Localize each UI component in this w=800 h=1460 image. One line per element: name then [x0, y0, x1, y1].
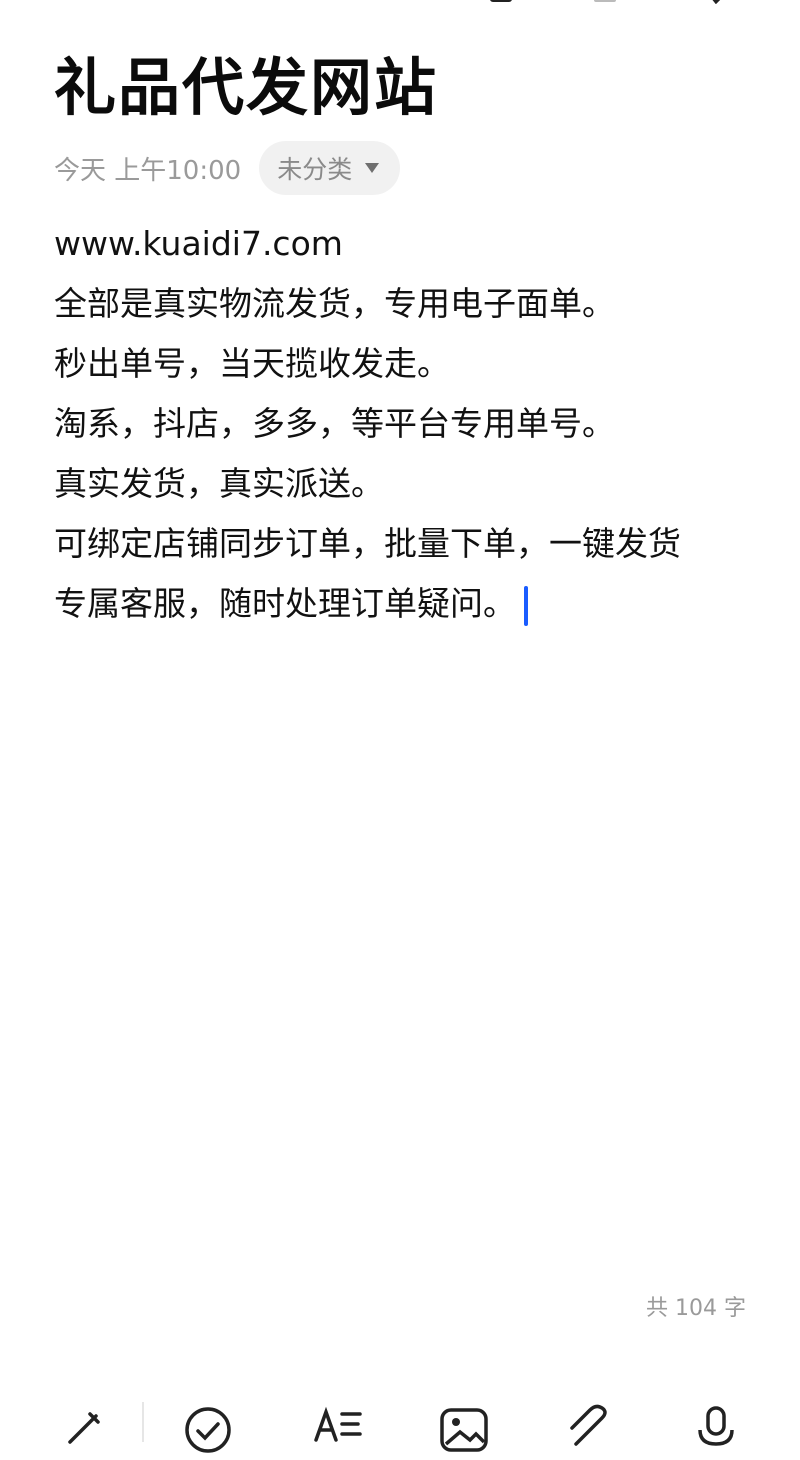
- note-timestamp: 今天 上午10:00: [54, 155, 242, 186]
- attachment-icon[interactable]: [562, 1400, 618, 1446]
- more-icon[interactable]: [704, 0, 730, 4]
- back-icon[interactable]: [62, 0, 84, 8]
- note-line: 全部是真实物流发货，专用电子面单。: [54, 284, 615, 323]
- note-meta: 今天 上午10:00 未分类: [54, 140, 401, 196]
- char-count: 共 104 字: [646, 1296, 746, 1321]
- note-line: 淘系，抖店，多多，等平台专用单号。: [54, 404, 615, 443]
- note-line: 真实发货，真实派送。: [54, 464, 384, 503]
- pencil-icon[interactable]: [56, 1400, 112, 1444]
- checklist-icon[interactable]: [180, 1400, 236, 1453]
- note-line: www.kuaidi7.com: [54, 224, 343, 263]
- category-dropdown[interactable]: 未分类: [259, 141, 401, 195]
- note-body[interactable]: www.kuaidi7.com 全部是真实物流发货，专用电子面单。 秒出单号，当…: [54, 214, 754, 634]
- note-line: 秒出单号，当天揽收发走。: [54, 344, 450, 383]
- menu-icon[interactable]: [592, 0, 618, 4]
- note-title[interactable]: 礼品代发网站: [54, 48, 438, 128]
- note-line-text: 专属客服，随时处理订单疑问。: [54, 584, 516, 623]
- top-bar: [0, 0, 800, 12]
- bottom-toolbar: [0, 1390, 800, 1453]
- note-line: 可绑定店铺同步订单，批量下单，一键发货: [54, 524, 681, 563]
- image-icon[interactable]: [436, 1400, 492, 1452]
- caret-down-icon: [365, 163, 380, 173]
- share-icon[interactable]: [488, 0, 514, 4]
- note-line-last: 专属客服，随时处理订单疑问。: [54, 574, 754, 634]
- text-cursor: [524, 585, 528, 626]
- microphone-icon[interactable]: [688, 1400, 744, 1446]
- text-format-icon[interactable]: [310, 1400, 366, 1444]
- category-label: 未分类: [277, 155, 353, 184]
